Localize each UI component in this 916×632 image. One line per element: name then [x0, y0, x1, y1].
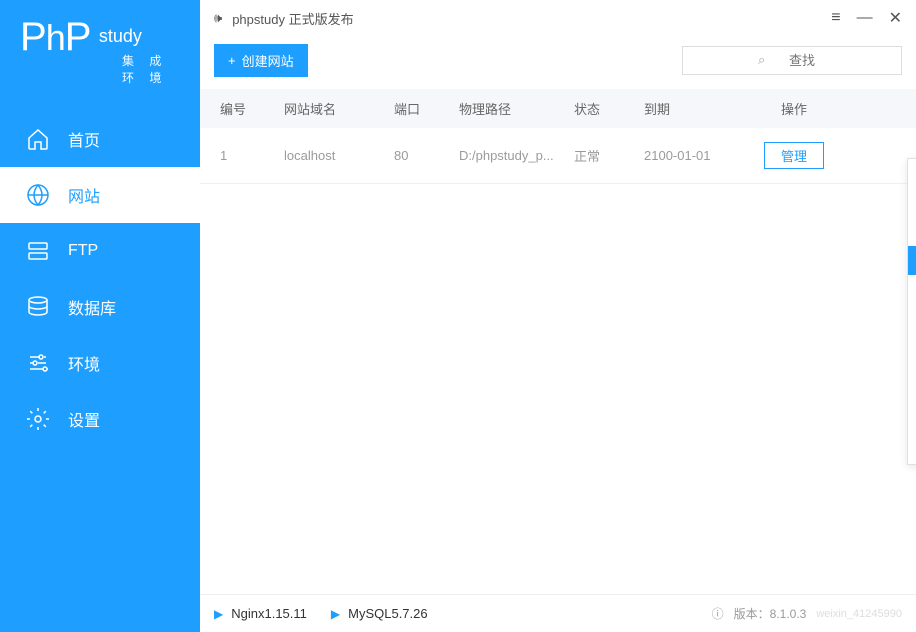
search-icon: ⌕ — [758, 52, 765, 68]
play-icon: ▶ — [331, 607, 340, 621]
menu-stop[interactable]: ◉停止 — [908, 159, 916, 188]
cell-id: 1 — [214, 148, 284, 163]
plus-icon: + — [228, 53, 236, 68]
table-row: 1 localhost 80 D:/phpstudy_p... 正常 2100-… — [200, 128, 916, 184]
ftp-icon — [26, 239, 50, 263]
create-site-button[interactable]: + 创建网站 — [214, 44, 308, 77]
menu-pseudo-static[interactable]: ◐伪静态 — [908, 381, 916, 410]
manage-button[interactable]: 管理 — [764, 142, 824, 169]
header-action: 操作 — [754, 99, 834, 118]
menu-php-version[interactable]: ▦php版本▶ — [908, 246, 916, 275]
minimize-icon[interactable]: — — [857, 9, 873, 27]
header-domain: 网站域名 — [284, 99, 394, 118]
cell-status: 正常 — [574, 146, 644, 165]
sidebar: PhP study 集 成 环 境 首页 网站 FTP 数据库 — [0, 0, 200, 632]
nav-environment[interactable]: 环境 — [0, 335, 200, 391]
gear-icon — [26, 407, 50, 431]
window-title: phpstudy 正式版发布 — [232, 9, 353, 28]
cell-port: 80 — [394, 148, 459, 163]
cell-path: D:/phpstudy_p... — [459, 148, 574, 163]
menu-open-root[interactable]: ▤打开根目录 — [908, 435, 916, 464]
nav: 首页 网站 FTP 数据库 环境 设置 — [0, 111, 200, 447]
globe-icon — [26, 183, 50, 207]
menu-icon[interactable]: ≡ — [831, 9, 840, 27]
manage-dropdown: ◉停止 ✎修改 🗑删除 ▦php版本▶ ◎php扩展▶ ⌂网站首页设置 ◈打开网… — [907, 158, 916, 465]
status-nginx[interactable]: ▶ Nginx1.15.11 — [214, 606, 307, 621]
close-icon[interactable]: ✕ — [889, 8, 902, 28]
toolbar: + 创建网站 ⌕ — [200, 36, 916, 89]
speaker-icon: 🕪 — [214, 10, 222, 26]
home-icon — [26, 127, 50, 151]
menu-edit[interactable]: ✎修改 — [908, 188, 916, 217]
menu-composer[interactable]: ⬚composer — [908, 410, 916, 435]
watermark: weixin_41245990 — [816, 608, 902, 620]
menu-php-ext[interactable]: ◎php扩展▶ — [908, 275, 916, 304]
menu-delete[interactable]: 🗑删除 — [908, 217, 916, 246]
nav-website[interactable]: 网站 — [0, 167, 200, 223]
header-port: 端口 — [394, 99, 459, 118]
menu-homepage[interactable]: ⌂网站首页设置 — [908, 304, 916, 352]
status-mysql[interactable]: ▶ MySQL5.7.26 — [331, 606, 428, 621]
nav-database[interactable]: 数据库 — [0, 279, 200, 335]
header-id: 编号 — [214, 99, 284, 118]
menu-open-site[interactable]: ◈打开网站 — [908, 352, 916, 381]
header-path: 物理路径 — [459, 99, 574, 118]
cell-expire: 2100-01-01 — [644, 148, 754, 163]
titlebar: 🕪 phpstudy 正式版发布 ≡ — ✕ — [200, 0, 916, 36]
logo: PhP study 集 成 环 境 — [0, 0, 200, 96]
nav-settings[interactable]: 设置 — [0, 391, 200, 447]
main-content: 🕪 phpstudy 正式版发布 ≡ — ✕ + 创建网站 ⌕ 编号 网站域名 … — [200, 0, 916, 632]
table-header: 编号 网站域名 端口 物理路径 状态 到期 操作 — [200, 89, 916, 128]
cell-domain: localhost — [284, 148, 394, 163]
database-icon — [26, 295, 50, 319]
statusbar: ▶ Nginx1.15.11 ▶ MySQL5.7.26 ⓘ 版本：8.1.0.… — [200, 594, 916, 632]
header-status: 状态 — [574, 99, 644, 118]
nav-ftp[interactable]: FTP — [0, 223, 200, 279]
nav-home[interactable]: 首页 — [0, 111, 200, 167]
sliders-icon — [26, 351, 50, 375]
play-icon: ▶ — [214, 607, 223, 621]
search-input[interactable] — [682, 46, 902, 75]
info-icon[interactable]: ⓘ — [712, 605, 724, 622]
header-expire: 到期 — [644, 99, 754, 118]
